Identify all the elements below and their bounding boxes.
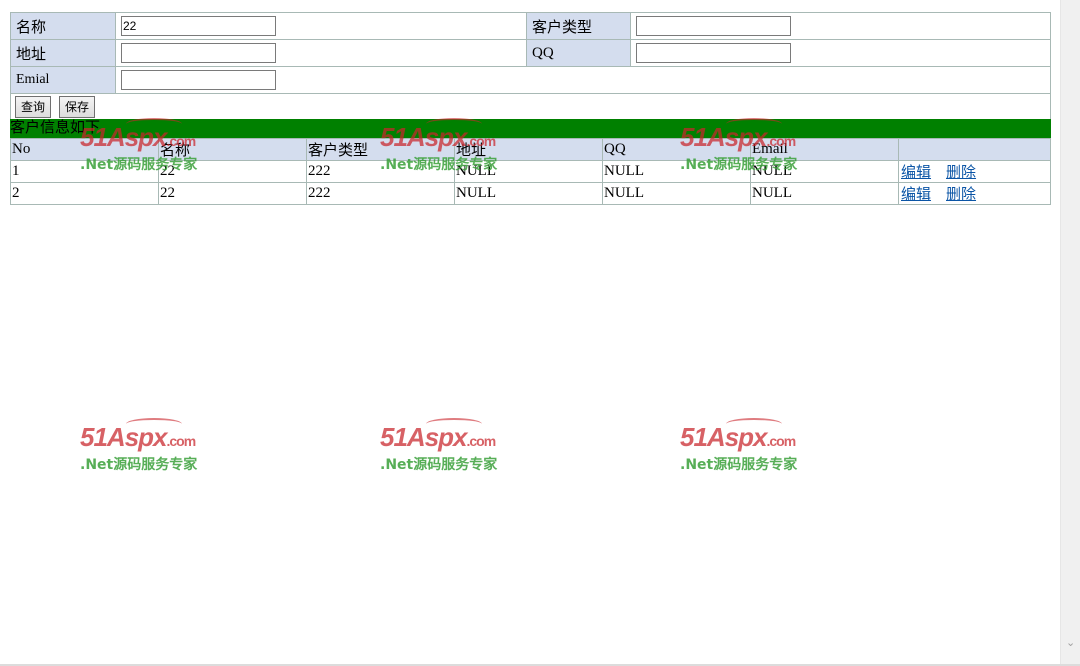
cell-actions: 编辑 删除 [898,160,1051,183]
customer-form: 名称 客户类型 地址 QQ Emial 查询保存 [10,12,1051,121]
table-row: 2 22 222 NULL NULL NULL 编辑 删除 [10,182,1051,205]
watermark-swoosh [126,418,182,430]
cell-name: 22 [158,160,307,183]
address-label: 地址 [10,39,116,67]
email-input[interactable] [121,70,276,90]
watermark: 51Aspx.com .Net源码服务专家 [680,418,820,478]
delete-link[interactable]: 删除 [946,165,976,181]
customer-grid: No 名称 客户类型 地址 QQ Email 1 22 222 NULL NUL… [10,138,1051,205]
qq-label: QQ [526,39,631,67]
email-label: Emial [10,66,116,94]
cell-qq: NULL [602,160,751,183]
cell-email: NULL [750,182,899,205]
cell-address: NULL [454,160,603,183]
header-address: 地址 [454,138,603,161]
header-actions [898,138,1051,161]
watermark: 51Aspx.com .Net源码服务专家 [80,418,220,478]
email-cell [115,66,1051,94]
cell-qq: NULL [602,182,751,205]
watermark-swoosh [426,418,482,430]
watermark-tagline: .Net源码服务专家 [80,457,198,473]
header-qq: QQ [602,138,751,161]
cell-name: 22 [158,182,307,205]
header-email: Email [750,138,899,161]
customer-type-cell [630,12,1051,40]
header-customer-type: 客户类型 [306,138,455,161]
button-row: 查询 保存 [10,93,1051,121]
grid-header-row: No 名称 客户类型 地址 QQ Email [10,138,1051,161]
cell-address: NULL [454,182,603,205]
name-cell [115,12,527,40]
watermark-logo: 51Aspx.com [380,422,496,452]
cell-no: 1 [10,160,159,183]
cell-no: 2 [10,182,159,205]
section-title: 客户信息如下 [10,119,1051,138]
address-cell [115,39,527,67]
query-button[interactable]: 查询 [15,96,52,118]
scroll-down-icon[interactable]: ⌄ [1066,637,1076,648]
cell-customer-type: 222 [306,160,455,183]
address-input[interactable] [121,43,276,63]
watermark: 51Aspx.com .Net源码服务专家 [380,418,520,478]
watermark-logo: 51Aspx.com [80,422,196,452]
watermark-logo: 51Aspx.com [680,422,796,452]
save-button[interactable]: 保存 [59,96,96,118]
name-label: 名称 [10,12,116,40]
watermark-swoosh [726,418,782,430]
edit-link[interactable]: 编辑 [901,187,931,203]
table-row: 1 22 222 NULL NULL NULL 编辑 删除 [10,160,1051,183]
cell-email: NULL [750,160,899,183]
edit-link[interactable]: 编辑 [901,165,931,181]
customer-type-label: 客户类型 [526,12,631,40]
qq-cell [630,39,1051,67]
delete-link[interactable]: 删除 [946,187,976,203]
name-input[interactable] [121,16,276,36]
cell-actions: 编辑 删除 [898,182,1051,205]
header-no: No [10,138,159,161]
customer-type-input[interactable] [636,16,791,36]
watermark-tagline: .Net源码服务专家 [380,457,498,473]
cell-customer-type: 222 [306,182,455,205]
watermark-tagline: .Net源码服务专家 [680,457,798,473]
header-name: 名称 [158,138,307,161]
vertical-scrollbar[interactable]: ⌄ [1060,0,1080,664]
qq-input[interactable] [636,43,791,63]
